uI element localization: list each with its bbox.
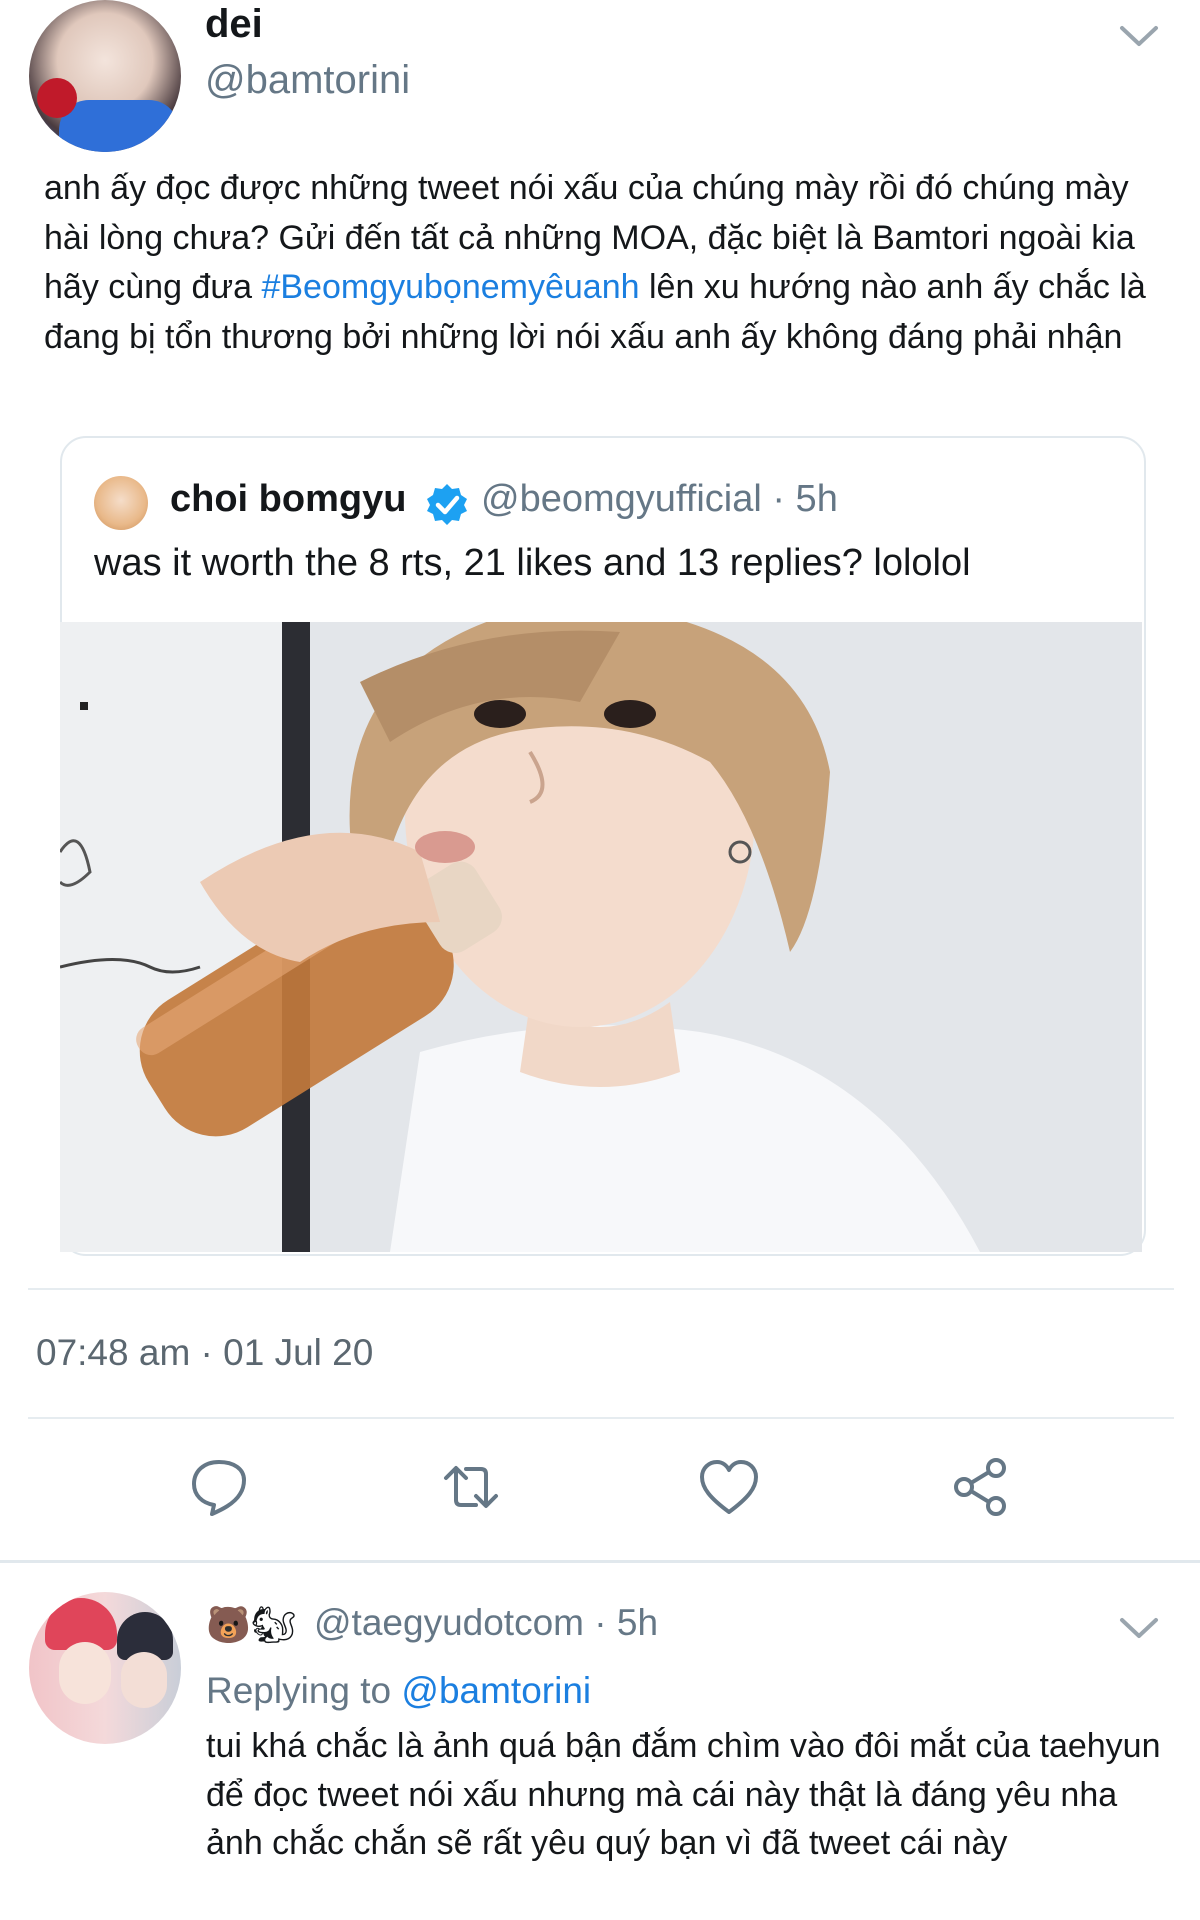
avatar-face xyxy=(121,1652,167,1708)
user-handle[interactable]: @bamtorini xyxy=(205,58,410,103)
display-name[interactable]: dei xyxy=(205,2,263,47)
replying-to: Replying to @bamtorini xyxy=(206,1670,591,1712)
quoted-user-avatar[interactable] xyxy=(94,476,148,530)
avatar-rose xyxy=(37,78,77,118)
avatar-jacket xyxy=(59,100,179,152)
verified-badge-icon xyxy=(427,484,467,525)
reply-handle-time[interactable]: @taegyudotcom · 5h xyxy=(314,1602,658,1644)
quoted-tweet-photo[interactable] xyxy=(60,622,1142,1252)
retweet-icon[interactable] xyxy=(440,1456,502,1518)
quoted-tweet-text: was it worth the 8 rts, 21 likes and 13 … xyxy=(94,542,971,584)
chevron-down-icon[interactable] xyxy=(1118,1614,1160,1644)
section-separator xyxy=(0,1560,1200,1563)
photo-illustration xyxy=(60,622,1142,1252)
reply-display-name-emoji[interactable]: 🐻🐿 xyxy=(206,1604,297,1646)
quoted-display-name[interactable]: choi bomgyu xyxy=(170,478,406,521)
tweet-timestamp[interactable]: 07:48 am · 01 Jul 20 xyxy=(36,1332,373,1374)
mention-link[interactable]: @bamtorini xyxy=(401,1670,591,1711)
quoted-handle-time[interactable]: @beomgyufficial · 5h xyxy=(481,478,838,521)
divider xyxy=(28,1288,1174,1290)
hashtag-link[interactable]: #Beomgyubọnemyêuanh xyxy=(261,268,639,306)
divider xyxy=(28,1417,1174,1419)
chevron-down-icon[interactable] xyxy=(1118,22,1160,52)
reply-user-avatar[interactable] xyxy=(29,1592,181,1744)
user-avatar[interactable] xyxy=(29,0,181,152)
avatar-face xyxy=(59,1642,111,1704)
reply-icon[interactable] xyxy=(188,1456,250,1518)
share-icon[interactable] xyxy=(950,1456,1012,1518)
replying-prefix: Replying to xyxy=(206,1670,392,1711)
reply-text: tui khá chắc là ảnh quá bận đắm chìm vào… xyxy=(206,1727,1161,1862)
heart-icon[interactable] xyxy=(698,1456,760,1518)
tweet-text: anh ấy đọc được những tweet nói xấu của … xyxy=(44,164,1174,362)
